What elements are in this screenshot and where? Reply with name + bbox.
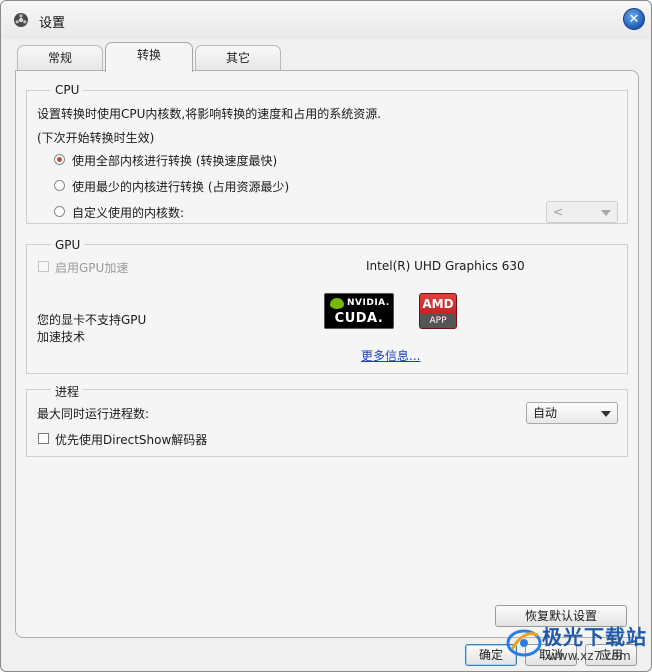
gpu-group-label: GPU [51, 238, 85, 252]
radio-custom-cores[interactable] [54, 206, 65, 217]
close-button[interactable]: ✕ [623, 8, 645, 30]
custom-cores-select[interactable]: < [546, 201, 618, 223]
cpu-description: 设置转换时使用CPU内核数,将影响转换的速度和占用的系统资源. [37, 107, 382, 121]
restore-defaults-button[interactable]: 恢复默认设置 [495, 605, 627, 627]
app-icon [14, 13, 28, 27]
radio-custom-cores-label[interactable]: 自定义使用的内核数: [72, 204, 184, 221]
nvidia-cuda-text: CUDA. [334, 311, 384, 326]
cpu-note: (下次开始转换时生效) [37, 131, 155, 145]
close-icon: ✕ [628, 11, 640, 27]
tab-general[interactable]: 常规 [17, 45, 103, 71]
settings-window: 设置 ✕ 常规 转换 其它 CPU 设置转换时使用CPU内核数,将影响转换的速度… [0, 0, 652, 672]
amd-app-logo: AMD APP [419, 293, 457, 329]
more-info-link[interactable]: 更多信息... [361, 347, 420, 364]
radio-min-cores-label[interactable]: 使用最少的内核进行转换 (占用资源最少) [72, 178, 289, 195]
nvidia-brand-text: NVIDIA. [347, 298, 390, 308]
enable-gpu-label[interactable]: 启用GPU加速 [55, 259, 128, 276]
enable-gpu-checkbox[interactable] [38, 261, 49, 272]
amd-brand-text: AMD [422, 297, 454, 311]
gpu-unsupported-line2: 加速技术 [37, 330, 86, 344]
tab-other[interactable]: 其它 [195, 45, 281, 71]
gpu-unsupported-line1: 您的显卡不支持GPU [37, 313, 147, 327]
directshow-checkbox[interactable] [38, 433, 49, 444]
tab-conversion[interactable]: 转换 [105, 42, 193, 72]
max-processes-label: 最大同时运行进程数: [37, 407, 150, 421]
tab-panel-conversion: CPU 设置转换时使用CPU内核数,将影响转换的速度和占用的系统资源. (下次开… [15, 70, 639, 638]
radio-min-cores[interactable] [54, 180, 65, 191]
amd-app-text: APP [420, 314, 456, 328]
chevron-down-icon [601, 411, 611, 417]
window-title: 设置 [39, 16, 66, 31]
gpu-adapter-name: Intel(R) UHD Graphics 630 [366, 259, 525, 273]
max-processes-select[interactable]: 自动 [526, 402, 618, 424]
chevron-down-icon [601, 210, 611, 216]
custom-cores-value: < [553, 205, 564, 219]
cpu-group-label: CPU [51, 83, 84, 97]
process-group-label: 进程 [51, 383, 84, 400]
nvidia-cuda-logo: NVIDIA. CUDA. [324, 293, 394, 329]
ok-button[interactable]: 确定 [465, 644, 517, 666]
cancel-button[interactable]: 取消 [525, 644, 577, 666]
apply-button[interactable]: 应用 [585, 644, 637, 666]
max-processes-value: 自动 [533, 406, 558, 420]
directshow-label[interactable]: 优先使用DirectShow解码器 [55, 431, 207, 448]
title-bar[interactable]: 设置 ✕ [1, 1, 651, 39]
radio-all-cores[interactable] [54, 154, 65, 165]
nvidia-eye-icon [330, 298, 344, 309]
radio-all-cores-label[interactable]: 使用全部内核进行转换 (转换速度最快) [72, 152, 277, 169]
